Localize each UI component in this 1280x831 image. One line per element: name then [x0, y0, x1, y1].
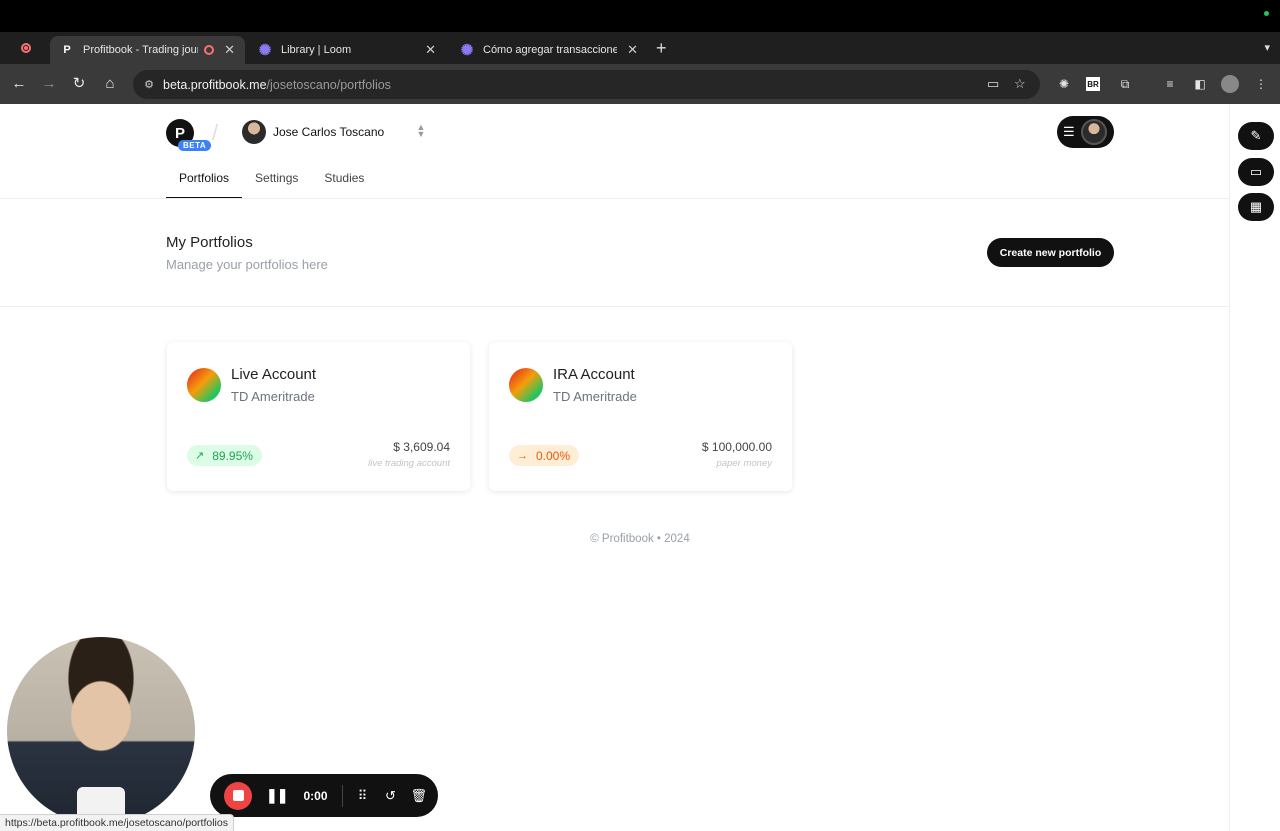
close-tab-icon[interactable]: ✕ [425, 42, 436, 58]
beta-badge: BETA [178, 140, 212, 151]
extension-icon[interactable]: BR [1086, 77, 1100, 91]
divider [341, 784, 343, 807]
divider [0, 306, 1229, 307]
site-info-icon[interactable]: ⚙ [141, 78, 157, 91]
hamburger-icon: ☰ [1063, 124, 1075, 139]
browser-tab-loom-library[interactable]: ✺ Library | Loom ✕ [248, 36, 446, 64]
more-menu-icon[interactable]: ⋮ [1253, 76, 1269, 92]
portfolio-name: Live Account [231, 366, 317, 383]
avatar [242, 120, 266, 144]
tab-settings[interactable]: Settings [242, 162, 311, 199]
account-name: Jose Carlos Toscano [273, 125, 385, 139]
camera-indicator-icon [1264, 11, 1269, 16]
pause-icon[interactable]: ❚❚ [266, 787, 288, 804]
tab-strip: P Profitbook - Trading journ ✕ ✺ Library… [0, 32, 1280, 64]
back-icon[interactable]: ← [10, 75, 28, 93]
recording-icon [204, 45, 215, 55]
arrow-up-right-icon: ↗ [195, 450, 205, 462]
draw-pencil-icon[interactable]: ✎ [1238, 122, 1274, 150]
os-top-bar [0, 0, 1280, 32]
portfolio-broker: TD Ameritrade [553, 389, 637, 404]
portfolio-amount: $ 100,000.00 [701, 440, 772, 454]
page-title: My Portfolios [166, 234, 253, 251]
stop-recording-button[interactable] [224, 781, 252, 810]
footer: © Profitbook • 2024 [590, 533, 690, 545]
new-tab-button[interactable]: + [656, 38, 667, 59]
tab-portfolios[interactable]: Portfolios [166, 162, 243, 199]
tab-title: Cómo agregar transacciones [483, 44, 618, 56]
change-badge: ↗ 89.95% [187, 445, 262, 466]
portfolio-amount: $ 3,609.04 [393, 440, 450, 454]
portfolio-note: paper money [716, 458, 772, 469]
browser-toolbar: ← → ↻ ⌂ ⚙ beta.profitbook.me/josetoscano… [0, 64, 1280, 104]
home-icon[interactable]: ⌂ [101, 75, 119, 93]
chevron-up-down-icon[interactable]: ▲ ▼ [416, 123, 426, 139]
portfolio-avatar-icon [509, 368, 543, 402]
page-subtitle: Manage your portfolios here [166, 257, 328, 272]
reload-icon[interactable]: ↻ [70, 75, 88, 93]
tab-studies[interactable]: Studies [311, 162, 377, 199]
portfolio-avatar-icon [187, 368, 221, 402]
portfolio-broker: TD Ameritrade [231, 389, 315, 404]
portfolio-name: IRA Account [553, 366, 635, 383]
portfolio-note: live trading account [368, 458, 450, 469]
account-switcher[interactable]: Jose Carlos Toscano [242, 120, 384, 144]
window-icon[interactable]: ▭ [1238, 158, 1274, 186]
tab-title: Profitbook - Trading journ [83, 44, 199, 56]
tab-title: Library | Loom [281, 44, 352, 56]
recording-controls: ❚❚ 0:00 ⠿ ↺ 🗑 [210, 774, 438, 817]
divider [0, 198, 1229, 199]
portfolio-card[interactable]: IRA Account TD Ameritrade → 0.00% $ 100,… [489, 342, 792, 491]
address-bar[interactable]: ⚙ beta.profitbook.me/josetoscano/portfol… [133, 70, 1040, 99]
profitbook-favicon-icon: P [63, 44, 71, 56]
tab-search-chevron-icon[interactable]: ▾ [1264, 41, 1270, 54]
loom-extension-icon[interactable]: ✺ [1056, 76, 1072, 92]
drag-handle-icon[interactable]: ⠿ [355, 788, 371, 804]
profile-avatar[interactable] [1221, 75, 1239, 93]
change-badge: → 0.00% [509, 445, 580, 466]
browser-tab-profitbook[interactable]: P Profitbook - Trading journ ✕ [50, 36, 245, 64]
browser-tab-loom-video[interactable]: ✺ Cómo agregar transacciones ✕ [450, 36, 648, 64]
link-status-bar: https://beta.profitbook.me/josetoscano/p… [0, 814, 234, 831]
close-tab-icon[interactable]: ✕ [627, 42, 638, 58]
page-tabs: Portfolios Settings Studies [166, 162, 377, 199]
webcam-bubble[interactable] [7, 637, 195, 825]
dashboard-grid-icon[interactable]: ▦ [1238, 193, 1274, 221]
trash-icon[interactable]: 🗑 [411, 788, 428, 804]
loom-icon: ✺ [460, 42, 474, 59]
bookmark-star-icon[interactable]: ☆ [1014, 76, 1026, 92]
breadcrumb-separator: / [212, 120, 219, 145]
url-text: beta.profitbook.me/josetoscano/portfolio… [163, 77, 391, 92]
loom-icon: ✺ [258, 42, 272, 59]
side-panel-icon[interactable]: ◧ [1192, 76, 1208, 92]
recording-tab-icon[interactable] [18, 40, 34, 56]
portfolio-card[interactable]: Live Account TD Ameritrade ↗ 89.95% $ 3,… [167, 342, 470, 491]
media-control-icon[interactable]: ≡ [1162, 76, 1178, 92]
close-tab-icon[interactable]: ✕ [224, 42, 235, 58]
camera-icon[interactable]: ▭ [987, 76, 999, 92]
avatar [1080, 119, 1107, 145]
recording-timer: 0:00 [303, 788, 328, 803]
user-menu-button[interactable]: ☰ [1057, 116, 1114, 148]
restart-icon[interactable]: ↺ [383, 788, 399, 804]
forward-icon[interactable]: → [40, 75, 58, 93]
extensions-puzzle-icon[interactable]: ⧉ [1117, 76, 1133, 92]
loom-side-rail: ✎ ▭ ▦ [1229, 104, 1280, 831]
create-portfolio-button[interactable]: Create new portfolio [987, 238, 1114, 267]
arrow-right-icon: → [517, 449, 528, 462]
